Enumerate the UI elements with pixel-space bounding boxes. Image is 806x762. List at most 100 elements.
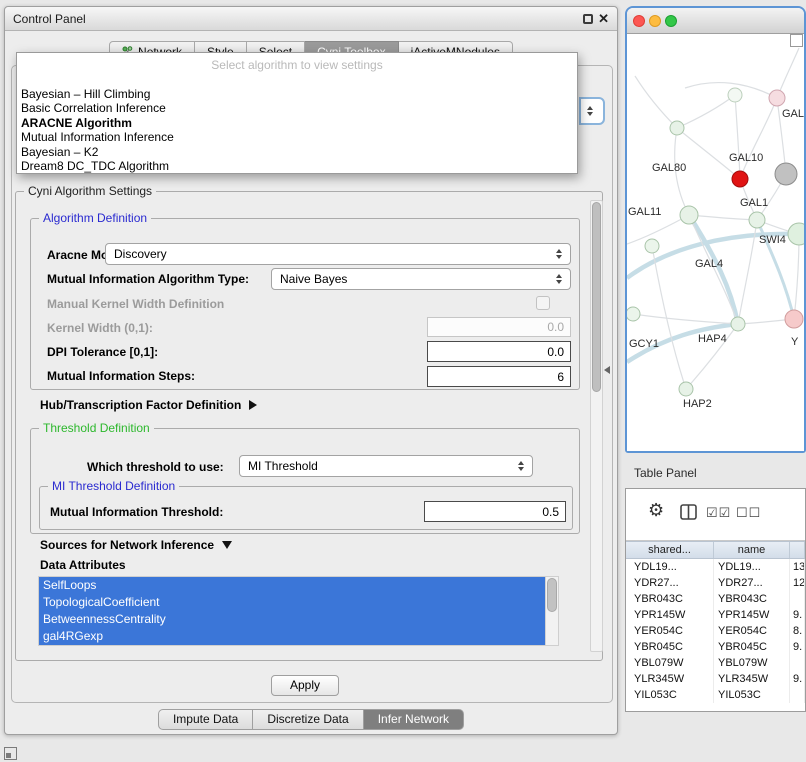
aracne-mode-dropdown[interactable]: Discovery	[105, 243, 571, 265]
table-row[interactable]: YBR043CYBR043C	[626, 591, 805, 607]
node-label-swi4[interactable]: SWI4	[759, 234, 786, 246]
network-node[interactable]	[670, 121, 684, 135]
window-close-button[interactable]	[633, 15, 645, 27]
cell-name: YBR045C	[714, 639, 790, 655]
node-label-gal11[interactable]: GAL11	[628, 206, 661, 218]
algorithm-select-combobox[interactable]	[579, 97, 605, 125]
cell-shared: YDR27...	[626, 575, 714, 591]
cell-extra: 8.	[790, 623, 805, 639]
show-columns-icon[interactable]	[680, 504, 697, 520]
table-row[interactable]: YBL079WYBL079W	[626, 655, 805, 671]
node-label-gal80[interactable]: GAL80	[652, 162, 686, 174]
overview-box[interactable]	[790, 34, 803, 47]
table-row[interactable]: YLR345WYLR345W9.	[626, 671, 805, 687]
apply-button[interactable]: Apply	[271, 675, 339, 696]
table-row[interactable]: YDR27...YDR27...12	[626, 575, 805, 591]
algorithm-item-basic-correlation[interactable]: Basic Correlation Inference	[21, 101, 573, 115]
attributes-scrollbar-thumb[interactable]	[547, 578, 557, 612]
network-node[interactable]	[627, 307, 640, 321]
bottom-tab-bar: Impute Data Discretize Data Infer Networ…	[5, 709, 617, 730]
manual-kernel-width-label: Manual Kernel Width Definition	[47, 297, 224, 311]
sources-section-header[interactable]: Sources for Network Inference	[40, 536, 232, 554]
tab-infer-network[interactable]: Infer Network	[364, 709, 464, 730]
network-node[interactable]	[680, 206, 698, 224]
algorithm-item-bayesian-k2[interactable]: Bayesian – K2	[21, 145, 573, 159]
mi-algorithm-type-dropdown[interactable]: Naive Bayes	[271, 268, 571, 290]
close-panel-icon[interactable]: ✕	[598, 11, 609, 27]
node-label-gal[interactable]: GAL	[782, 108, 804, 120]
tab-discretize-data-label: Discretize Data	[267, 712, 348, 726]
attribute-item-topologicalcoefficient[interactable]: TopologicalCoefficient	[39, 594, 545, 611]
algorithm-item-dream8[interactable]: Dream8 DC_TDC Algorithm	[21, 159, 573, 173]
tab-discretize-data[interactable]: Discretize Data	[253, 709, 363, 730]
which-threshold-label: Which threshold to use:	[87, 460, 224, 474]
algorithm-item-mutual-information[interactable]: Mutual Information Inference	[21, 130, 573, 144]
network-node[interactable]	[728, 88, 742, 102]
settings-scrollbar[interactable]	[590, 200, 603, 652]
manual-kernel-width-checkbox[interactable]	[536, 296, 550, 310]
algorithm-item-bayesian-hill-climbing[interactable]: Bayesian – Hill Climbing	[21, 87, 573, 101]
cell-name: YDR27...	[714, 575, 790, 591]
column-header-shared[interactable]: shared...	[626, 542, 714, 558]
node-label-hap2[interactable]: HAP2	[683, 398, 712, 410]
mi-threshold-input[interactable]: 0.5	[424, 501, 566, 522]
mi-steps-input[interactable]: 6	[427, 366, 571, 387]
float-panel-icon[interactable]	[583, 14, 593, 24]
mi-threshold-definition-legend: MI Threshold Definition	[48, 479, 179, 493]
attribute-item-gal4rgexp[interactable]: gal4RGexp	[39, 628, 545, 645]
window-zoom-button[interactable]	[665, 15, 677, 27]
tab-impute-data[interactable]: Impute Data	[158, 709, 253, 730]
column-header-name[interactable]: name	[714, 542, 790, 558]
network-node-gray[interactable]	[775, 163, 797, 185]
node-label-gal4[interactable]: GAL4	[695, 258, 723, 270]
algorithm-placeholder-item[interactable]: Select algorithm to view settings	[17, 58, 577, 72]
kernel-width-label: Kernel Width (0,1):	[47, 321, 153, 335]
node-label-hap4[interactable]: HAP4	[698, 333, 727, 345]
attribute-item-selfloops[interactable]: SelfLoops	[39, 577, 545, 594]
threshold-type-dropdown[interactable]: MI Threshold	[239, 455, 533, 477]
algorithm-item-aracne[interactable]: ARACNE Algorithm	[21, 116, 573, 130]
dpi-tolerance-input[interactable]: 0.0	[427, 341, 571, 362]
network-node[interactable]	[731, 317, 745, 331]
table-row[interactable]: YBR045CYBR045C9.	[626, 639, 805, 655]
panel-dock-icon[interactable]	[4, 747, 17, 760]
cell-extra: 12	[790, 575, 805, 591]
node-label-y[interactable]: Y	[791, 336, 798, 348]
table-row[interactable]: YER054CYER054C8.	[626, 623, 805, 639]
network-node[interactable]	[788, 223, 804, 245]
table-settings-gear-icon[interactable]: ⚙	[648, 501, 664, 519]
network-node[interactable]	[749, 212, 765, 228]
attribute-item-betweennesscentrality[interactable]: BetweennessCentrality	[39, 611, 545, 628]
cell-shared: YBL079W	[626, 655, 714, 671]
cell-shared: YPR145W	[626, 607, 714, 623]
table-row[interactable]: YIL053CYIL053C	[626, 687, 805, 703]
select-all-rows-icon[interactable]: ☑☑	[706, 505, 731, 521]
window-minimize-button[interactable]	[649, 15, 661, 27]
panel-collapse-arrow-icon[interactable]	[604, 366, 610, 374]
deselect-all-rows-icon[interactable]: ☐☐	[736, 505, 761, 521]
network-window-titlebar[interactable]	[627, 8, 804, 34]
network-node-red[interactable]	[732, 171, 748, 187]
dropdown-arrows-icon	[552, 249, 566, 259]
column-header-extra[interactable]	[790, 542, 805, 558]
data-attributes-list[interactable]: SelfLoops TopologicalCoefficient Between…	[38, 576, 559, 646]
node-label-gal10[interactable]: GAL10	[729, 152, 763, 164]
control-panel-titlebar[interactable]: Control Panel ✕	[5, 7, 617, 31]
cell-shared: YER054C	[626, 623, 714, 639]
table-row[interactable]: YDL19...YDL19...13	[626, 559, 805, 575]
network-node[interactable]	[769, 90, 785, 106]
settings-scrollbar-thumb[interactable]	[592, 202, 601, 392]
threshold-type-value: MI Threshold	[240, 459, 514, 473]
attributes-scrollbar[interactable]	[545, 577, 558, 645]
network-node[interactable]	[679, 382, 693, 396]
node-label-gcy1[interactable]: GCY1	[629, 338, 659, 350]
cell-name: YIL053C	[714, 687, 790, 703]
network-node[interactable]	[645, 239, 659, 253]
mi-threshold-label: Mutual Information Threshold:	[50, 505, 223, 519]
kernel-width-input[interactable]: 0.0	[427, 317, 571, 337]
network-node-pink[interactable]	[785, 310, 803, 328]
table-row[interactable]: YPR145WYPR145W9.	[626, 607, 805, 623]
network-canvas[interactable]: GAL GAL80 GAL10 GAL11 GAL1 SWI4 GAL4 GCY…	[627, 34, 804, 451]
node-label-gal1[interactable]: GAL1	[740, 197, 768, 209]
hub-definition-section-header[interactable]: Hub/Transcription Factor Definition	[40, 396, 257, 414]
